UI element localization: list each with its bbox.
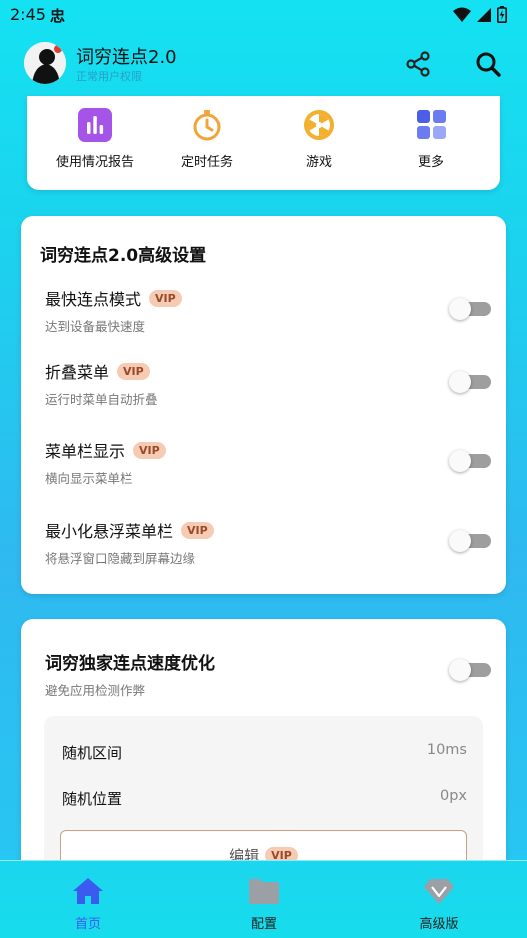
setting-description: 避免应用检测作弊 (45, 683, 146, 698)
status-icons (453, 6, 507, 23)
minimize-float-menu-toggle[interactable] (449, 530, 493, 552)
nav-label: 高级版 (419, 917, 459, 932)
fastest-mode-toggle[interactable] (449, 298, 493, 320)
avatar[interactable] (24, 42, 66, 84)
setting-fold-menu: 折叠菜单 VIP 运行时菜单自动折叠 (45, 359, 491, 419)
setting-description: 达到设备最快速度 (45, 319, 146, 334)
quick-actions-card: 使用情况报告 定时任务 游戏 更多 (27, 96, 500, 190)
nav-tab-config[interactable]: 配置 (214, 877, 314, 932)
nav-label: 首页 (74, 917, 101, 932)
setting-description: 横向显示菜单栏 (45, 471, 133, 486)
battery-icon (497, 6, 507, 23)
setting-fastest-mode: 最快连点模式 VIP 达到设备最快速度 (45, 286, 491, 346)
quick-action-label: 游戏 (305, 155, 332, 170)
search-button[interactable] (472, 48, 504, 80)
nav-tab-premium[interactable]: 高级版 (389, 877, 489, 932)
setting-speed-optimization: 词穷独家连点速度优化 避免应用检测作弊 (45, 649, 491, 709)
nav-tab-home[interactable]: 首页 (38, 877, 138, 932)
menu-bar-display-toggle[interactable] (449, 450, 493, 472)
app-notification-icon: 忠 (50, 7, 66, 25)
diamond-icon (424, 879, 454, 904)
user-permission-label: 正常用户权限 (76, 70, 142, 83)
grid-icon (414, 108, 448, 142)
setting-label: 折叠菜单 (45, 363, 110, 382)
vip-badge: VIP (181, 521, 214, 539)
quick-action-timed-task[interactable]: 定时任务 (152, 108, 262, 170)
vip-badge: VIP (117, 362, 150, 380)
share-button[interactable] (402, 48, 434, 80)
signal-icon (477, 7, 491, 22)
param-value: 10ms (426, 742, 467, 758)
param-row-random-interval[interactable]: 随机区间 10ms (62, 742, 467, 763)
advanced-settings-card: 词穷连点2.0高级设置 最快连点模式 VIP 达到设备最快速度 折叠菜单 VIP 运… (21, 216, 506, 594)
game-wheel-icon (302, 108, 336, 142)
setting-description: 将悬浮窗口隐藏到屏幕边缘 (45, 551, 196, 566)
nav-label: 配置 (250, 917, 277, 932)
setting-label: 最小化悬浮菜单栏 (45, 522, 174, 541)
stopwatch-icon (190, 108, 224, 142)
wifi-icon (453, 7, 471, 22)
speed-optimization-toggle[interactable] (449, 659, 493, 681)
app-bar: 词穷连点2.0 正常用户权限 (0, 30, 527, 96)
setting-label: 最快连点模式 (45, 290, 142, 309)
speed-optimization-card: 词穷独家连点速度优化 避免应用检测作弊 随机区间 10ms 随机位置 0px 编… (21, 619, 506, 886)
param-label: 随机位置 (62, 790, 123, 808)
bar-chart-icon (78, 108, 112, 142)
folder-icon (249, 879, 279, 904)
bottom-navigation: 首页 配置 高级版 (0, 860, 527, 938)
quick-action-more[interactable]: 更多 (376, 108, 486, 170)
home-icon (73, 878, 103, 904)
app-title: 词穷连点2.0 (76, 47, 177, 68)
quick-action-label: 使用情况报告 (55, 155, 134, 170)
status-time: 2:45 (10, 5, 46, 24)
quick-action-usage-report[interactable]: 使用情况报告 (40, 108, 150, 170)
setting-minimize-float-menu: 最小化悬浮菜单栏 VIP 将悬浮窗口隐藏到屏幕边缘 (45, 518, 491, 578)
share-icon (406, 51, 430, 77)
quick-action-label: 定时任务 (180, 155, 233, 170)
param-row-random-position[interactable]: 随机位置 0px (62, 788, 467, 809)
vip-badge: VIP (149, 289, 182, 307)
section-title: 词穷连点2.0高级设置 (40, 246, 207, 266)
search-icon (476, 52, 501, 77)
section-title: 词穷独家连点速度优化 (45, 654, 215, 674)
param-label: 随机区间 (62, 744, 123, 762)
setting-label: 菜单栏显示 (45, 442, 126, 461)
avatar-silhouette-icon (24, 42, 66, 84)
vip-badge: VIP (133, 441, 166, 459)
quick-action-label: 更多 (417, 155, 444, 170)
param-value: 0px (439, 788, 467, 804)
status-bar: 2:45 忠 (0, 0, 527, 30)
quick-action-games[interactable]: 游戏 (264, 108, 374, 170)
setting-menu-bar-display: 菜单栏显示 VIP 横向显示菜单栏 (45, 438, 491, 498)
setting-description: 运行时菜单自动折叠 (45, 392, 158, 407)
fold-menu-toggle[interactable] (449, 371, 493, 393)
